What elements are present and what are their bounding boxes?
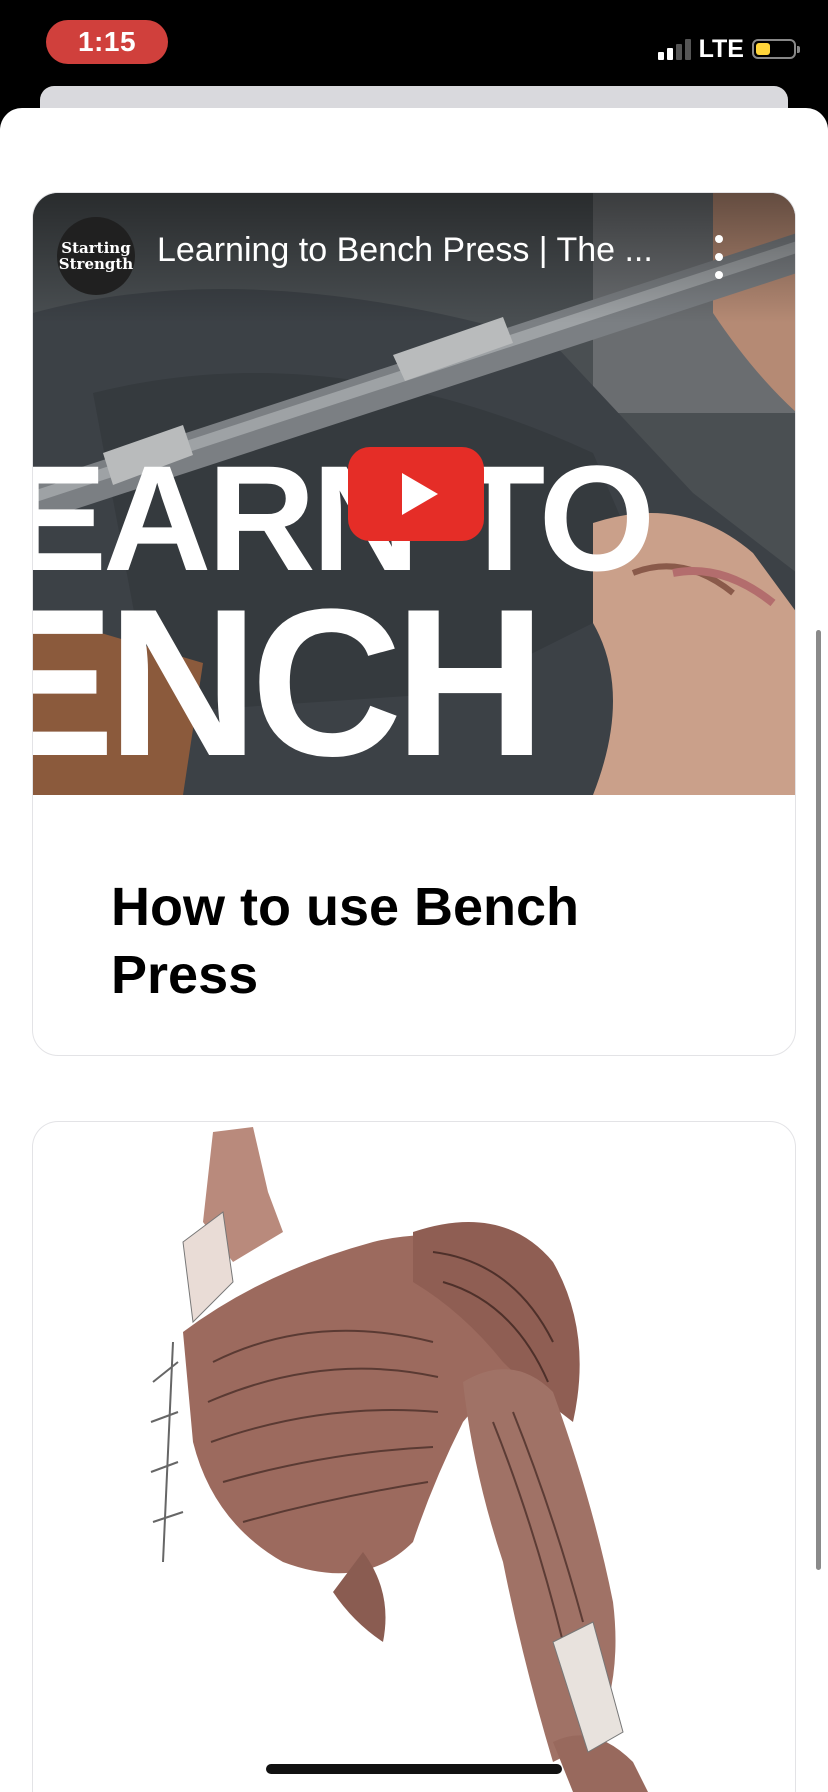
youtube-video-player[interactable]: EARN TO ENCH StartingStrength Learning t… bbox=[33, 193, 795, 795]
more-vertical-icon[interactable] bbox=[709, 235, 729, 279]
status-bar: 1:15 LTE bbox=[0, 0, 828, 100]
network-type: LTE bbox=[698, 34, 744, 63]
scrollbar[interactable] bbox=[816, 630, 821, 1570]
content-sheet: EARN TO ENCH StartingStrength Learning t… bbox=[0, 108, 828, 1792]
play-icon bbox=[402, 473, 438, 515]
image-card[interactable] bbox=[32, 1121, 796, 1792]
card-title: How to use Bench Press bbox=[111, 877, 580, 1005]
video-card[interactable]: EARN TO ENCH StartingStrength Learning t… bbox=[32, 192, 796, 1056]
channel-avatar[interactable]: Starting Strength bbox=[57, 217, 135, 295]
cellular-signal-icon bbox=[657, 38, 691, 60]
play-button[interactable] bbox=[348, 447, 484, 541]
status-time[interactable]: 1:15 bbox=[46, 20, 168, 64]
battery-icon bbox=[752, 39, 800, 59]
video-title[interactable]: Learning to Bench Press | The ... bbox=[157, 231, 697, 270]
status-indicators: LTE bbox=[657, 34, 800, 64]
thumbnail-text-line-2: ENCH bbox=[33, 565, 546, 795]
muscle-anatomy-illustration bbox=[150, 1127, 648, 1792]
home-indicator[interactable] bbox=[266, 1764, 562, 1774]
